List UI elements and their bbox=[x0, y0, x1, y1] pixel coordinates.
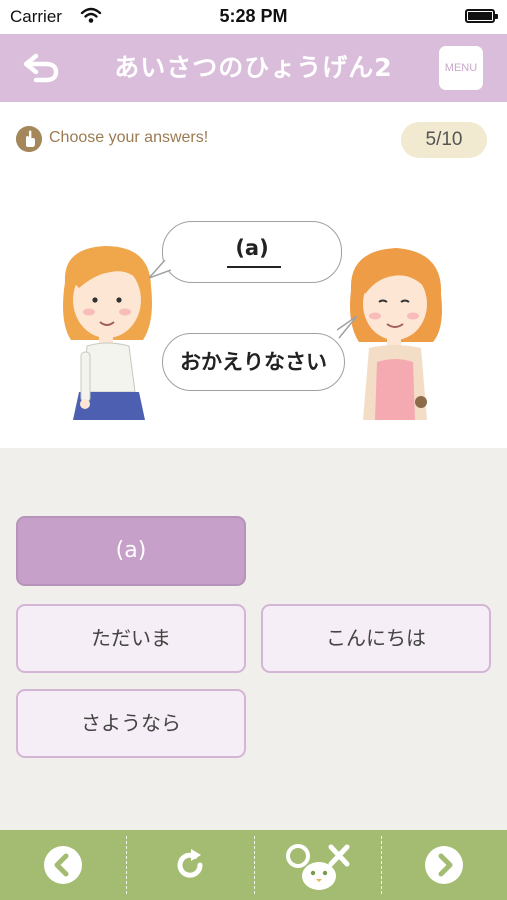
clock-time: 5:28 PM bbox=[219, 6, 288, 26]
status-bar: Carrier 5:28 PM bbox=[0, 0, 507, 34]
refresh-icon bbox=[177, 849, 203, 878]
girl-illustration bbox=[63, 246, 152, 420]
page-title: あいさつのひょうげん2 bbox=[114, 53, 393, 82]
option-tadaima[interactable]: ただいま bbox=[16, 604, 246, 673]
option-sayounara[interactable]: さようなら bbox=[16, 689, 246, 758]
chevron-right-icon bbox=[425, 846, 463, 884]
back-arrow-icon bbox=[23, 53, 59, 83]
blank-underline bbox=[227, 266, 281, 268]
check-answer-button[interactable] bbox=[255, 830, 381, 900]
dialogue-illustration: (a) おかえりなさい bbox=[0, 212, 507, 422]
next-button[interactable] bbox=[382, 830, 507, 900]
speech-bubble-reply: おかえりなさい bbox=[162, 333, 345, 391]
previous-button[interactable] bbox=[0, 830, 126, 900]
answer-area: (a) ただいま こんにちは さようなら bbox=[0, 448, 507, 830]
option-konnichiwa[interactable]: こんにちは bbox=[261, 604, 491, 673]
instruction-text: Choose your answers! bbox=[49, 129, 209, 146]
chevron-left-icon bbox=[44, 846, 82, 884]
bubble-tail bbox=[149, 260, 171, 279]
back-button[interactable] bbox=[22, 50, 62, 86]
answer-check-icon bbox=[286, 844, 350, 890]
reset-button[interactable] bbox=[127, 830, 253, 900]
progress-badge: 5/10 bbox=[401, 122, 487, 158]
pointing-hand-icon bbox=[16, 126, 42, 152]
reply-bubble-tail bbox=[337, 316, 358, 339]
answer-blank: (a) bbox=[235, 236, 269, 260]
app-header: あいさつのひょうげん2 MENU bbox=[0, 34, 507, 102]
bottom-toolbar bbox=[0, 830, 507, 900]
battery-icon bbox=[465, 9, 498, 23]
question-panel: Choose your answers! 5/10 (a) おかえりなさい bbox=[0, 102, 507, 448]
menu-button[interactable]: MENU bbox=[439, 46, 483, 90]
speech-bubble-question: (a) bbox=[149, 221, 342, 283]
answer-slot-a[interactable]: (a) bbox=[16, 516, 246, 586]
